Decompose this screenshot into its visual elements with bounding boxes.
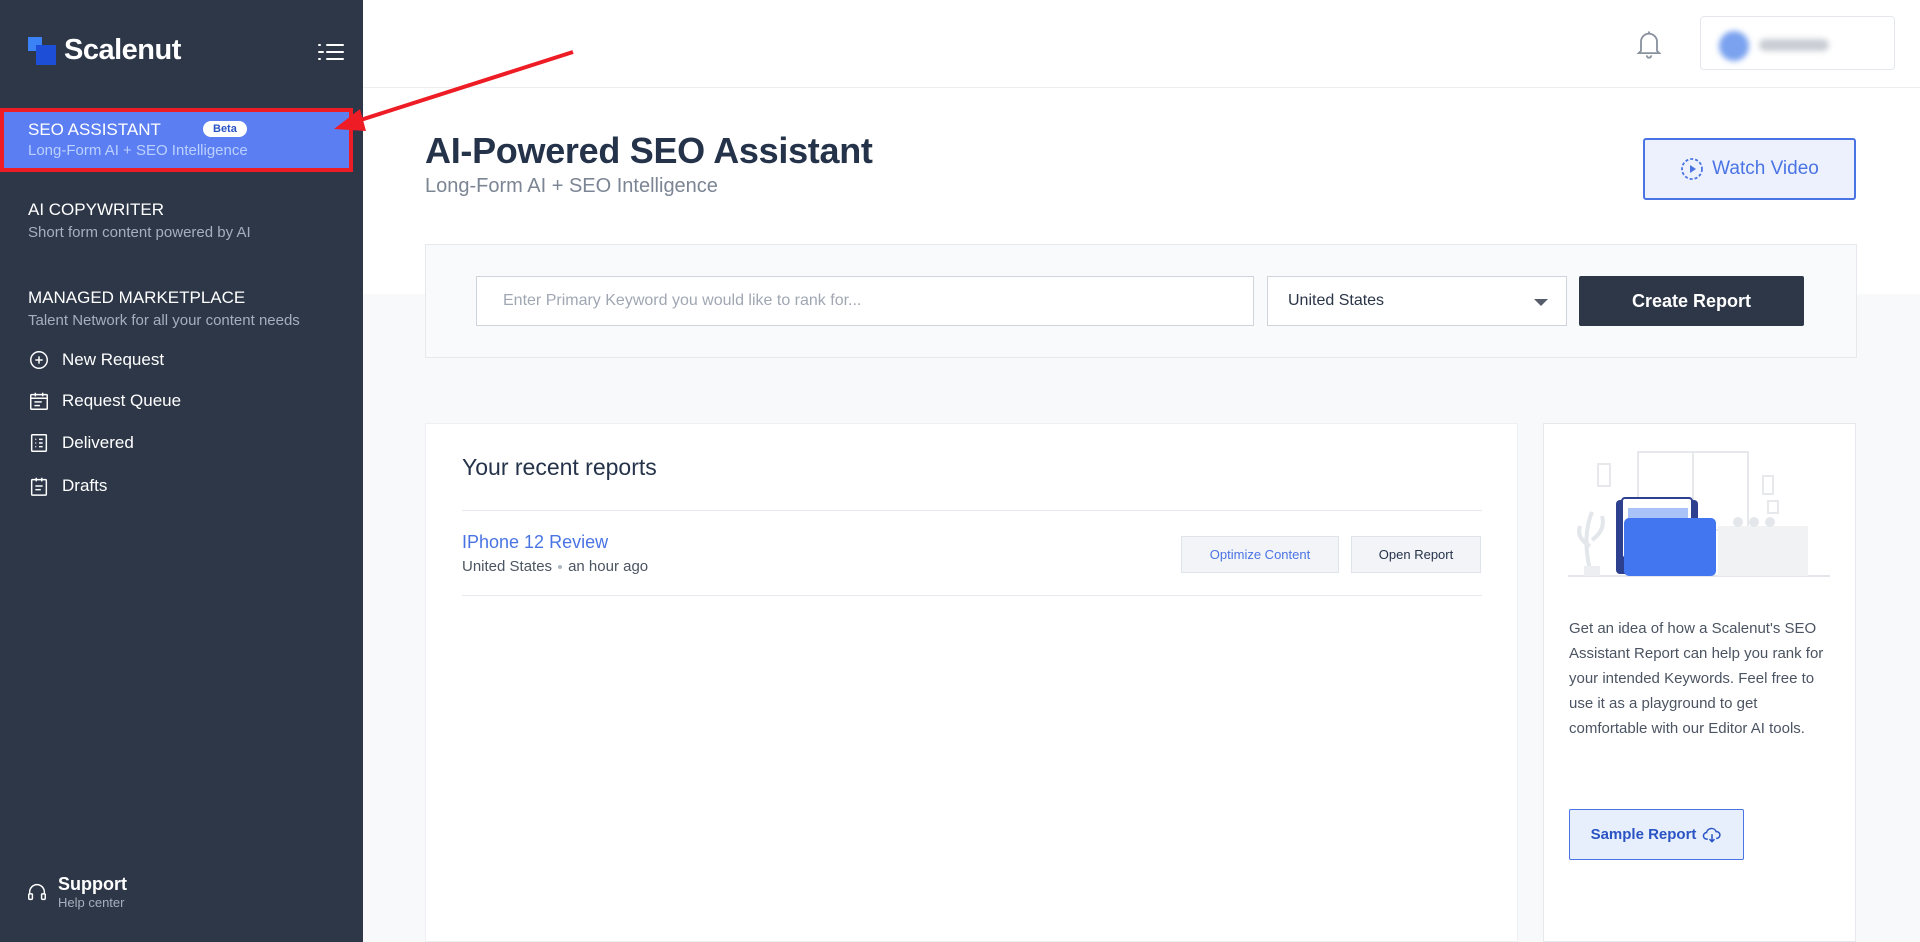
sidebar-item-label: Delivered [62, 433, 134, 452]
recent-reports-card [425, 423, 1518, 942]
divider [462, 510, 1482, 511]
checklist-icon [30, 434, 48, 452]
nav-marketplace-title: MANAGED MARKETPLACE [28, 288, 246, 307]
beta-badge: Beta [203, 121, 247, 137]
collapse-menu-icon[interactable] [318, 42, 344, 62]
folder-illustration [1568, 451, 1830, 577]
headset-icon [28, 884, 46, 901]
create-report-button[interactable]: Create Report [1579, 276, 1804, 326]
sidebar-item-delivered[interactable]: Delivered [28, 432, 134, 454]
user-name-blurred [1759, 39, 1829, 51]
sidebar-item-label: Drafts [62, 476, 108, 495]
support-title: Support [58, 874, 127, 894]
scalenut-logo-icon [28, 36, 56, 65]
support-link[interactable]: Support Help center [26, 874, 127, 910]
page-subtitle: Long-Form AI + SEO Intelligence [425, 175, 718, 197]
recent-reports-title: Your recent reports [462, 454, 657, 480]
country-select-value: United States [1288, 292, 1385, 309]
nav-ai-copywriter[interactable]: AI COPYWRITER Short form content powered… [28, 200, 251, 241]
calendar-list-icon [30, 392, 48, 410]
bell-icon[interactable] [1635, 28, 1663, 60]
separator-dot [558, 564, 563, 569]
sidebar-item-label: Request Queue [62, 391, 182, 410]
report-time: an hour ago [568, 558, 649, 575]
watch-video-label: Watch Video [1712, 158, 1819, 179]
avatar [1719, 31, 1749, 61]
sample-report-description: Get an idea of how a Scalenut's SEO Assi… [1569, 620, 1824, 737]
play-circle-icon [1681, 158, 1704, 180]
nav-ai-copywriter-title: AI COPYWRITER [28, 200, 165, 219]
scalenut-logo[interactable]: Scalenut [28, 34, 181, 67]
sidebar-item-request-queue[interactable]: Request Queue [28, 390, 181, 412]
open-report-button[interactable]: Open Report [1351, 536, 1481, 573]
report-name-link[interactable]: IPhone 12 Review [462, 532, 608, 553]
support-subtitle: Help center [58, 895, 125, 910]
sample-report-label: Sample Report [1590, 826, 1697, 843]
sidebar: Scalenut SEO ASSISTANT Beta Long-Form AI… [0, 0, 363, 942]
country-select[interactable]: United States [1267, 276, 1567, 326]
user-profile-menu[interactable] [1700, 16, 1895, 70]
logo-text: Scalenut [64, 34, 181, 66]
sidebar-item-drafts[interactable]: Drafts [28, 475, 107, 497]
cloud-download-icon [1703, 827, 1722, 843]
sidebar-item-label: New Request [62, 350, 165, 369]
keyword-input[interactable] [476, 276, 1254, 326]
clipboard-icon [30, 477, 48, 496]
plus-circle-icon [30, 351, 48, 369]
report-meta: United States an hour ago [462, 558, 648, 575]
nav-managed-marketplace[interactable]: MANAGED MARKETPLACE Talent Network for a… [28, 288, 300, 329]
divider [462, 595, 1482, 596]
sidebar-item-new-request[interactable]: New Request [28, 349, 164, 371]
top-header [363, 0, 1920, 88]
nav-marketplace-subtitle: Talent Network for all your content need… [28, 312, 300, 329]
optimize-content-button[interactable]: Optimize Content [1181, 536, 1339, 573]
watch-video-button[interactable]: Watch Video [1643, 138, 1856, 200]
report-country: United States [462, 558, 553, 575]
nav-seo-assistant[interactable]: SEO ASSISTANT Beta Long-Form AI + SEO In… [0, 108, 353, 172]
caret-down-icon [1534, 299, 1548, 306]
page-title: AI-Powered SEO Assistant [425, 130, 873, 171]
sample-report-button[interactable]: Sample Report [1569, 809, 1744, 860]
nav-ai-copywriter-subtitle: Short form content powered by AI [28, 224, 251, 241]
nav-seo-assistant-title: SEO ASSISTANT [28, 120, 161, 139]
nav-seo-assistant-subtitle: Long-Form AI + SEO Intelligence [28, 142, 248, 159]
